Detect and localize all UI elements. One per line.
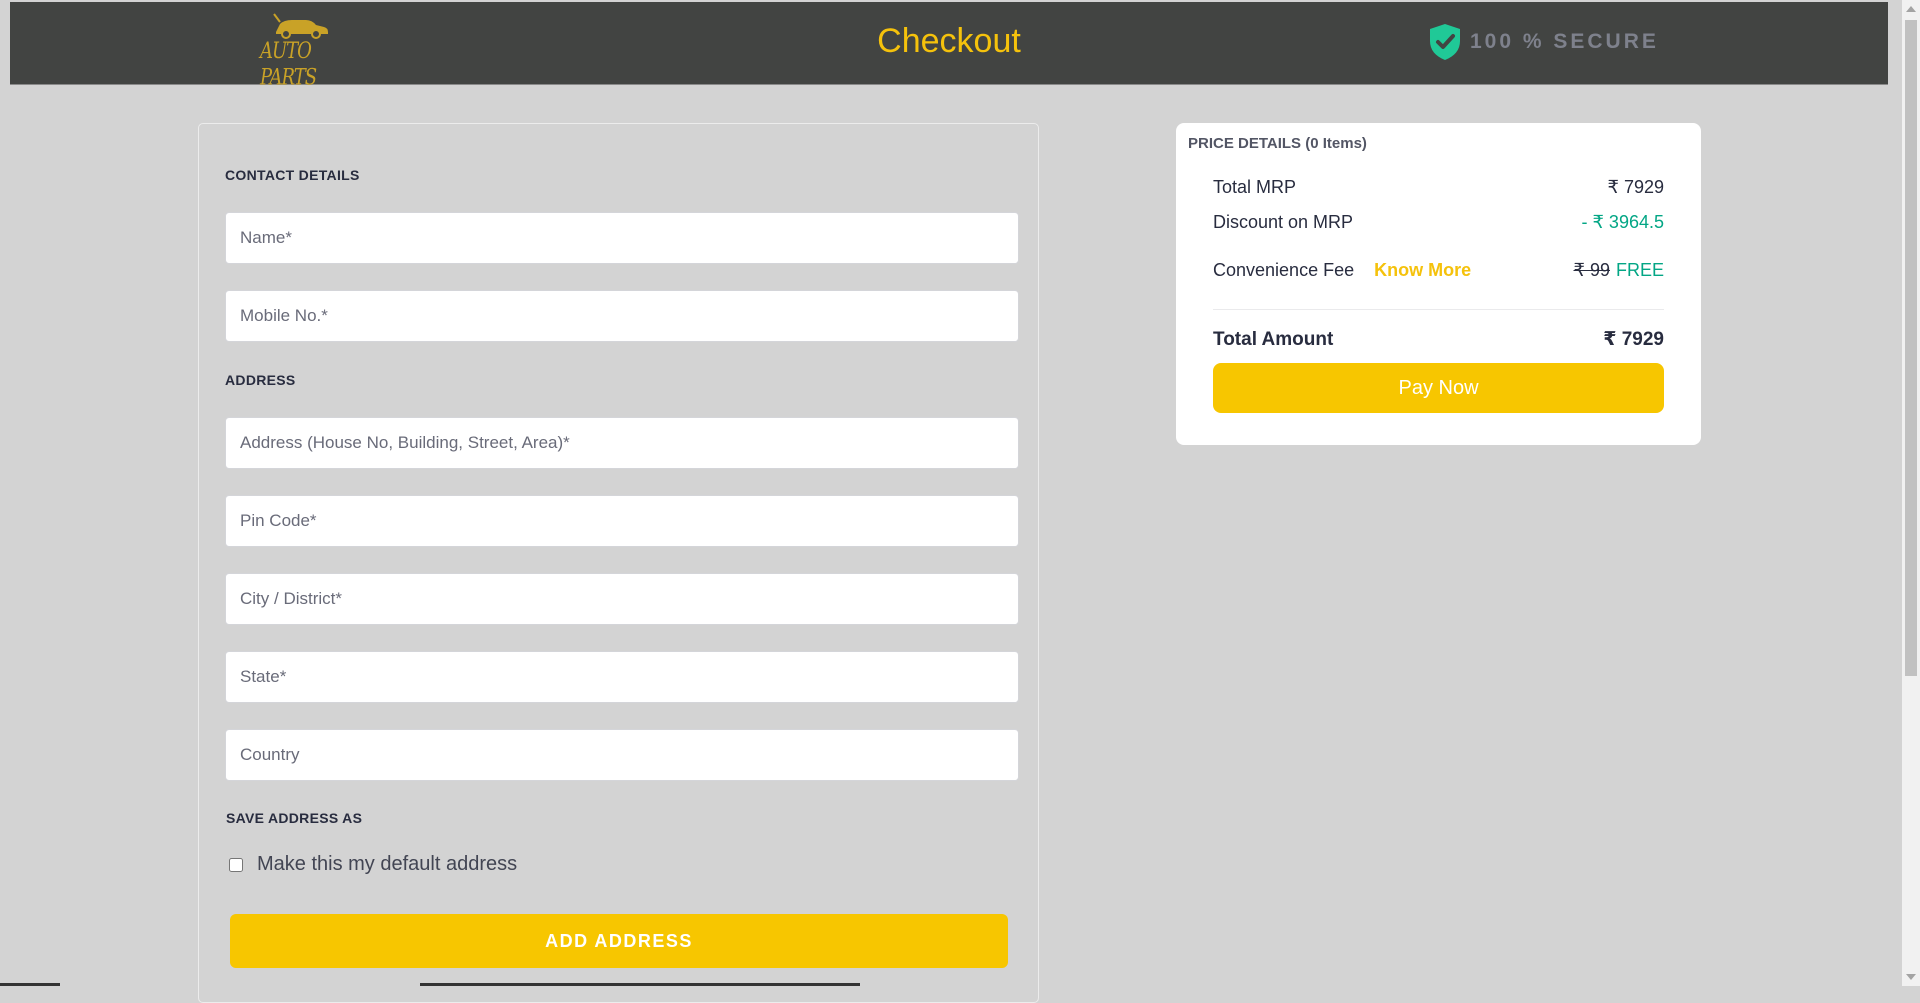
name-input[interactable]: [225, 212, 1019, 264]
scroll-down-arrow-icon[interactable]: [1906, 974, 1916, 980]
discount-label: Discount on MRP: [1213, 212, 1354, 232]
secure-text: 100 % SECURE: [1470, 30, 1659, 53]
total-amount-label: Total Amount: [1213, 328, 1334, 350]
price-details-card: PRICE DETAILS (0 Items) Total MRP ₹ 7929…: [1176, 123, 1701, 445]
total-mrp-row: Total MRP ₹ 7929: [1213, 177, 1664, 198]
price-details-header: PRICE DETAILS (0 Items): [1188, 135, 1367, 152]
default-address-checkbox[interactable]: [229, 857, 243, 872]
default-address-label[interactable]: Make this my default address: [257, 853, 517, 876]
fee-free-value: FREE: [1615, 260, 1664, 280]
total-mrp-label: Total MRP: [1213, 177, 1297, 197]
add-address-button[interactable]: ADD ADDRESS: [230, 914, 1008, 968]
state-input[interactable]: [225, 651, 1019, 703]
pincode-input[interactable]: [225, 495, 1019, 547]
vertical-scrollbar[interactable]: [1902, 0, 1920, 986]
city-input[interactable]: [225, 573, 1019, 625]
scroll-thumb[interactable]: [1905, 20, 1917, 676]
address-input[interactable]: [225, 417, 1019, 469]
mobile-input[interactable]: [225, 290, 1019, 342]
total-mrp-value: ₹ 7929: [1607, 177, 1665, 197]
save-address-as-label: SAVE ADDRESS AS: [226, 810, 363, 826]
fee-original-value: ₹ 99: [1573, 260, 1610, 280]
convenience-fee-label: Convenience Fee: [1213, 260, 1355, 280]
top-header: AUTO PARTS Checkout 100 % SECURE: [10, 2, 1888, 91]
discount-value: - ₹ 3964.5: [1581, 212, 1664, 232]
shield-check-icon: [1430, 24, 1460, 60]
discount-row: Discount on MRP - ₹ 3964.5: [1213, 212, 1664, 233]
total-amount-row: Total Amount ₹ 7929: [1213, 328, 1664, 351]
default-address-row[interactable]: Make this my default address: [229, 853, 517, 876]
price-divider: [1213, 309, 1664, 310]
address-form-card: CONTACT DETAILS ADDRESS SAVE ADDRESS AS …: [198, 123, 1039, 1003]
scroll-up-arrow-icon[interactable]: [1906, 6, 1916, 12]
address-label: ADDRESS: [225, 372, 296, 388]
contact-details-label: CONTACT DETAILS: [225, 167, 360, 183]
total-amount-value: ₹ 7929: [1603, 329, 1664, 350]
country-input[interactable]: [225, 729, 1019, 781]
pay-now-button[interactable]: Pay Now: [1213, 363, 1664, 413]
know-more-link[interactable]: Know More: [1374, 260, 1471, 281]
convenience-fee-row: Convenience Fee Know More ₹ 99 FREE: [1213, 260, 1664, 281]
secure-badge: 100 % SECURE: [1428, 22, 1659, 62]
